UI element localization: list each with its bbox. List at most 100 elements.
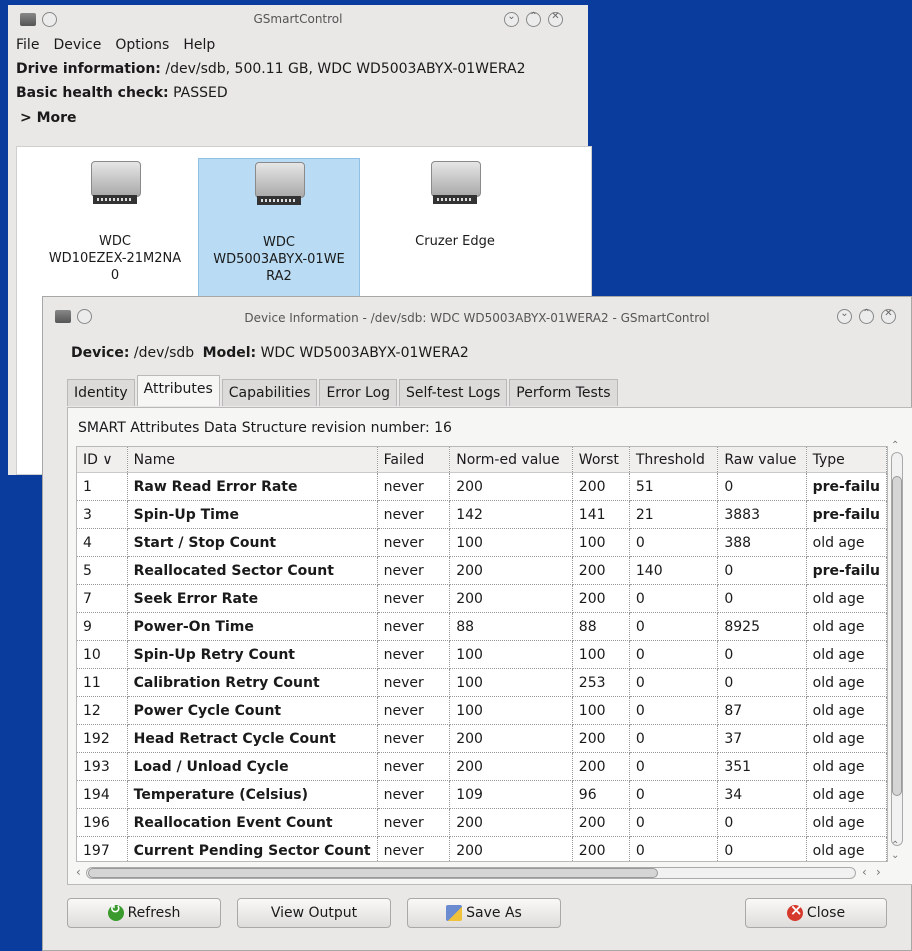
maximize-icon[interactable]: ⌃ xyxy=(859,308,874,324)
cell-worst: 200 xyxy=(572,556,630,585)
cell-id: 12 xyxy=(77,696,128,725)
save-as-label: Save As xyxy=(466,905,522,921)
cell-worst: 100 xyxy=(572,528,630,557)
tab-self-test-logs[interactable]: Self-test Logs xyxy=(399,379,508,406)
cell-worst: 200 xyxy=(572,584,630,613)
tab-perform-tests[interactable]: Perform Tests xyxy=(509,379,618,406)
close-icon[interactable]: ✕ xyxy=(881,308,896,324)
cell-type: old age xyxy=(806,612,887,641)
drive-item-selected[interactable]: WDC WD5003ABYX-01WE RA2 xyxy=(198,158,360,299)
table-row[interactable]: 4 Start / Stop Count never 100 100 0 388 old ag… xyxy=(77,528,887,557)
table-row[interactable]: 3 Spin-Up Time never 142 141 21 3883 pre-failu xyxy=(77,500,887,529)
scroll-right-icon[interactable]: › xyxy=(876,865,881,879)
cell-raw: 34 xyxy=(717,780,807,809)
more-expander[interactable]: > More xyxy=(8,105,588,131)
cell-worst: 100 xyxy=(572,696,630,725)
menu-device[interactable]: Device xyxy=(53,37,101,57)
table-row[interactable]: 9 Power-On Time never 88 88 0 8925 old age xyxy=(77,612,887,641)
scroll-left-icon[interactable]: ‹ xyxy=(76,865,81,879)
cell-raw: 351 xyxy=(717,752,807,781)
table-row[interactable]: 5 Reallocated Sector Count never 200 200 140 0… xyxy=(77,556,887,585)
col-normed-header[interactable]: Norm-ed value xyxy=(449,447,573,473)
cell-raw: 0 xyxy=(717,584,807,613)
menu-help[interactable]: Help xyxy=(183,37,215,57)
col-name-header[interactable]: Name xyxy=(127,447,378,473)
table-row[interactable]: 1 Raw Read Error Rate never 200 200 51 0 pre-fa… xyxy=(77,472,887,501)
cell-failed: never xyxy=(377,500,451,529)
drive-label-1: Cruzer Edge xyxy=(415,234,495,249)
table-row[interactable]: 7 Seek Error Rate never 200 200 0 0 old age xyxy=(77,584,887,613)
table-row[interactable]: 193 Load / Unload Cycle never 200 200 0 351 old… xyxy=(77,752,887,781)
cell-id: 9 xyxy=(77,612,128,641)
table-row[interactable]: 196 Reallocation Event Count never 200 200 0 0… xyxy=(77,808,887,837)
cell-threshold: 0 xyxy=(629,696,719,725)
vertical-scrollbar[interactable]: ⌃ ⌃ ⌄ xyxy=(888,440,906,862)
scroll-up-icon[interactable]: ⌃ xyxy=(891,440,899,451)
cell-id: 7 xyxy=(77,584,128,613)
dialog-titlebar[interactable]: Device Information - /dev/sdb: WDC WD500… xyxy=(43,297,911,337)
cell-norm: 200 xyxy=(449,752,573,781)
close-icon xyxy=(786,901,803,921)
table-row[interactable]: 10 Spin-Up Retry Count never 100 100 0 0 old ag… xyxy=(77,640,887,669)
cell-name: Power Cycle Count xyxy=(127,696,378,725)
close-icon[interactable]: ✕ xyxy=(548,11,563,27)
tab-capabilities[interactable]: Capabilities xyxy=(221,379,318,406)
minimize-icon[interactable]: ⌄ xyxy=(837,308,852,324)
cell-name: Seek Error Rate xyxy=(127,584,378,613)
col-id-header[interactable]: ID ∨ xyxy=(77,447,128,473)
refresh-button[interactable]: Refresh xyxy=(67,898,221,928)
scroll-thumb[interactable] xyxy=(892,476,902,796)
cell-norm: 100 xyxy=(449,668,573,697)
cell-norm: 100 xyxy=(449,528,573,557)
menu-file[interactable]: File xyxy=(16,37,39,57)
device-label: Device: xyxy=(71,345,130,361)
drive-label-1: WDC xyxy=(99,234,131,249)
drive-item[interactable]: WDC WD10EZEX-21M2NA 0 xyxy=(45,159,185,299)
attributes-table-container: ID ∨ Name Failed Norm-ed value Worst Thr… xyxy=(76,446,888,862)
table-row[interactable]: 197 Current Pending Sector Count never 200 2… xyxy=(77,836,887,861)
drive-item[interactable]: Cruzer Edge xyxy=(395,159,515,299)
save-as-button[interactable]: Save As xyxy=(407,898,561,928)
cell-failed: never xyxy=(377,612,451,641)
close-button[interactable]: Close xyxy=(745,898,887,928)
cell-type: old age xyxy=(806,584,887,613)
cell-threshold: 0 xyxy=(629,836,719,861)
cell-norm: 100 xyxy=(449,696,573,725)
table-row[interactable]: 12 Power Cycle Count never 100 100 0 87 old age xyxy=(77,696,887,725)
col-worst-header[interactable]: Worst xyxy=(572,447,630,473)
close-label: Close xyxy=(806,905,846,921)
cell-worst: 88 xyxy=(572,612,630,641)
cell-name: Start / Stop Count xyxy=(127,528,378,557)
col-threshold-header[interactable]: Threshold xyxy=(629,447,719,473)
window-title: GSmartControl xyxy=(253,12,343,26)
tab-attributes[interactable]: Attributes xyxy=(136,375,220,406)
table-row[interactable]: 192 Head Retract Cycle Count never 200 200 0 3… xyxy=(77,724,887,753)
main-titlebar[interactable]: GSmartControl ⌄ ⌃ ✕ xyxy=(8,5,588,33)
cell-worst: 200 xyxy=(572,472,630,501)
menubar: File Device Options Help xyxy=(8,33,588,57)
scroll-left-icon[interactable]: ‹ xyxy=(862,865,867,879)
cell-name: Power-On Time xyxy=(127,612,378,641)
table-row[interactable]: 11 Calibration Retry Count never 100 253 0 0 ol… xyxy=(77,668,887,697)
cell-threshold: 0 xyxy=(629,612,719,641)
menu-options[interactable]: Options xyxy=(115,37,169,57)
col-failed-header[interactable]: Failed xyxy=(377,447,451,473)
tab-error-log[interactable]: Error Log xyxy=(319,379,398,406)
scroll-thumb[interactable] xyxy=(88,868,658,878)
col-raw-header[interactable]: Raw value xyxy=(717,447,807,473)
tab-identity[interactable]: Identity xyxy=(67,379,135,406)
maximize-icon[interactable]: ⌃ xyxy=(526,11,541,27)
cell-id: 197 xyxy=(77,836,128,861)
cell-threshold: 0 xyxy=(629,780,719,809)
table-row[interactable]: 194 Temperature (Celsius) never 109 96 0 34 old… xyxy=(77,780,887,809)
cell-worst: 200 xyxy=(572,724,630,753)
cell-id: 11 xyxy=(77,668,128,697)
col-type-header[interactable]: Type xyxy=(806,447,887,473)
cell-norm: 142 xyxy=(449,500,573,529)
drive-info-label: Drive information: xyxy=(16,61,161,77)
scroll-down-icon[interactable]: ⌄ xyxy=(891,850,899,861)
minimize-icon[interactable]: ⌄ xyxy=(504,11,519,27)
horizontal-scrollbar[interactable]: ‹ ‹ › xyxy=(76,864,888,882)
view-output-button[interactable]: View Output xyxy=(237,898,391,928)
cell-id: 5 xyxy=(77,556,128,585)
